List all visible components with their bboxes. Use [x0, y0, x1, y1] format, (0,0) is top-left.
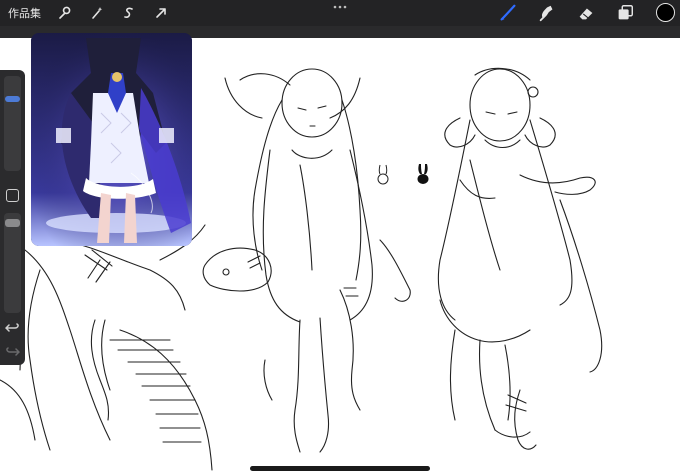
brush-size-slider[interactable] — [4, 76, 21, 171]
redo-icon[interactable] — [5, 345, 20, 358]
opacity-thumb[interactable] — [5, 219, 20, 227]
color-picker-button[interactable] — [656, 3, 675, 22]
opacity-slider[interactable] — [4, 213, 21, 313]
home-indicator — [250, 466, 430, 471]
modifier-button[interactable] — [6, 189, 19, 202]
white-rabbit-icon — [377, 164, 389, 185]
selection-icon[interactable] — [119, 3, 139, 23]
wrench-icon[interactable] — [54, 3, 74, 23]
undo-icon[interactable] — [5, 321, 20, 334]
top-toolbar: 作品集 — [0, 0, 680, 26]
more-dots-icon[interactable] — [333, 4, 347, 10]
magic-wand-icon[interactable] — [87, 3, 107, 23]
black-rabbit-icon — [417, 164, 429, 184]
gallery-button[interactable]: 作品集 — [8, 5, 41, 21]
smudge-icon[interactable] — [536, 2, 558, 24]
brush-icon[interactable] — [497, 2, 519, 24]
brush-size-thumb[interactable] — [5, 96, 20, 102]
transform-arrow-icon[interactable] — [151, 3, 171, 23]
layers-icon[interactable] — [614, 2, 636, 24]
reference-image — [31, 33, 192, 246]
reference-window[interactable] — [31, 33, 192, 246]
left-sidebar — [0, 70, 25, 365]
eraser-icon[interactable] — [575, 2, 597, 24]
